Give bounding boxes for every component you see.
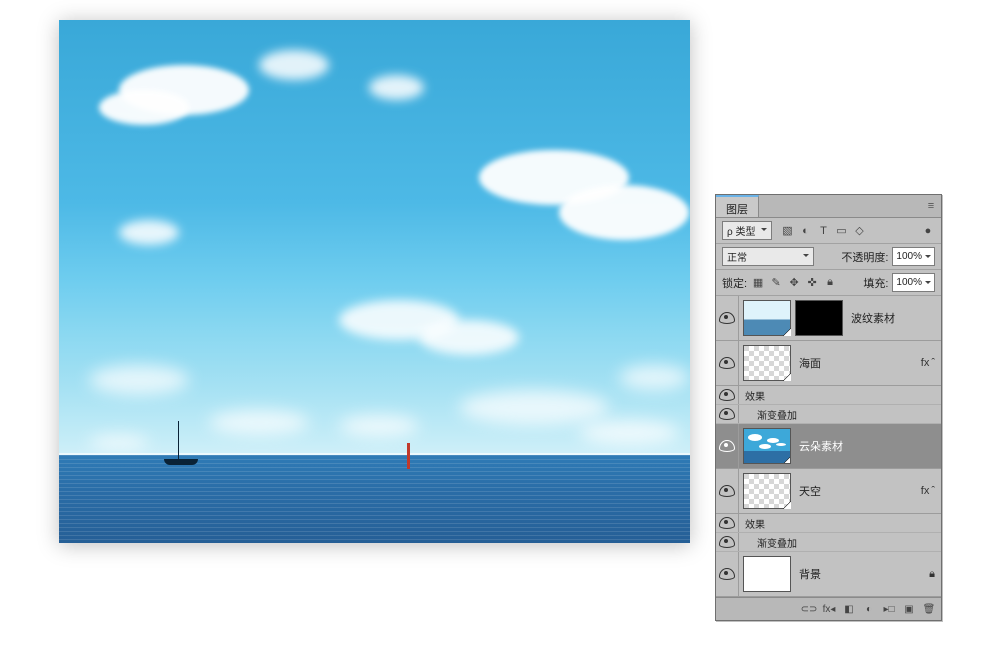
cloud	[259, 50, 329, 80]
layer-list: 波纹素材 海面 fxˆ 效果 渐变叠加	[716, 296, 941, 597]
layer-name[interactable]: 海面	[795, 355, 921, 371]
visibility-toggle[interactable]	[716, 514, 739, 532]
cloud	[619, 365, 689, 390]
filter-type-icon[interactable]: T	[816, 224, 830, 238]
fx-header: 效果	[739, 516, 765, 531]
chevron-up-icon[interactable]: ˆ	[931, 357, 935, 369]
opacity-input[interactable]: 100%	[892, 247, 935, 266]
layer-filter-select[interactable]: ρ 类型	[722, 221, 772, 240]
layer-row[interactable]: 海面 fxˆ	[716, 341, 941, 386]
cloud	[89, 365, 189, 395]
lock-label: 锁定:	[722, 275, 747, 291]
new-layer-icon[interactable]: ▣	[903, 603, 915, 615]
sea-graphic	[59, 455, 690, 543]
layer-thumbnail[interactable]	[743, 473, 791, 509]
panel-footer: ⊂⊃ fx◂ ◧ ◐ ▸□ ▣ 🗑︎	[716, 597, 941, 620]
fx-item-row[interactable]: 渐变叠加	[716, 405, 941, 424]
layer-name[interactable]: 天空	[795, 483, 921, 499]
lock-all-icon[interactable]: 🔒︎	[823, 276, 837, 290]
lock-pixels-icon[interactable]: ✎	[769, 276, 783, 290]
visibility-toggle[interactable]	[716, 296, 739, 340]
layer-group-icon[interactable]: ▸□	[883, 603, 895, 615]
visibility-toggle[interactable]	[716, 469, 739, 513]
link-layers-icon[interactable]: ⊂⊃	[803, 603, 815, 615]
visibility-toggle[interactable]	[716, 386, 739, 404]
layer-thumbnail[interactable]	[743, 556, 791, 592]
eye-icon	[719, 312, 735, 324]
filter-pixel-icon[interactable]: ▧	[780, 224, 794, 238]
cloud	[559, 185, 689, 240]
visibility-toggle[interactable]	[716, 424, 739, 468]
panel-menu-icon[interactable]: ≡	[921, 195, 941, 217]
fx-header: 效果	[739, 388, 765, 403]
layer-thumbnail[interactable]	[743, 428, 791, 464]
document-canvas[interactable]	[59, 20, 690, 543]
adjustment-layer-icon[interactable]: ◐	[863, 603, 875, 615]
cloud	[459, 390, 609, 425]
fx-item-row[interactable]: 渐变叠加	[716, 533, 941, 552]
lock-fill-row: 锁定: ▦ ✎ ✥ ✜ 🔒︎ 填充: 100%	[716, 270, 941, 296]
delete-layer-icon[interactable]: 🗑︎	[923, 603, 935, 615]
eye-icon	[719, 357, 735, 369]
cloud	[339, 415, 419, 437]
panel-tab-bar: 图层 ≡	[716, 195, 941, 218]
layer-thumbnail[interactable]	[743, 345, 791, 381]
layer-mask-thumbnail[interactable]	[795, 300, 843, 336]
layer-name[interactable]: 云朵素材	[795, 438, 935, 454]
lock-position-icon[interactable]: ✥	[787, 276, 801, 290]
eye-icon	[719, 536, 735, 548]
fx-badge: fx	[921, 485, 930, 497]
layer-thumbnail[interactable]	[743, 300, 791, 336]
layer-row[interactable]: 背景 🔒︎	[716, 552, 941, 597]
fx-effects-row[interactable]: 效果	[716, 514, 941, 533]
visibility-toggle[interactable]	[716, 552, 739, 596]
cloud	[119, 220, 179, 245]
visibility-toggle[interactable]	[716, 405, 739, 423]
layer-row[interactable]: 天空 fxˆ	[716, 469, 941, 514]
cloud	[579, 420, 679, 445]
layer-style-icon[interactable]: fx◂	[823, 603, 835, 615]
tab-layers[interactable]: 图层	[716, 195, 759, 217]
filter-shape-icon[interactable]: ▭	[834, 224, 848, 238]
opacity-label: 不透明度:	[841, 249, 888, 265]
visibility-toggle[interactable]	[716, 533, 739, 551]
fx-effects-row[interactable]: 效果	[716, 386, 941, 405]
lock-icon: 🔒︎	[929, 568, 935, 581]
eye-icon	[719, 517, 735, 529]
fx-gradient-overlay: 渐变叠加	[739, 535, 797, 550]
filter-toggle-icon[interactable]: ●	[921, 224, 935, 238]
boat-graphic	[164, 435, 204, 465]
cloud	[369, 75, 424, 100]
layer-row[interactable]: 波纹素材	[716, 296, 941, 341]
layer-name[interactable]: 背景	[795, 566, 929, 582]
eye-icon	[719, 568, 735, 580]
visibility-toggle[interactable]	[716, 341, 739, 385]
layer-mask-icon[interactable]: ◧	[843, 603, 855, 615]
cloud	[89, 435, 149, 450]
cloud	[419, 320, 519, 355]
eye-icon	[719, 389, 735, 401]
layers-panel: 图层 ≡ ρ 类型 ▧ ◐ T ▭ ◇ ● 正常 不透明度: 100% 锁定: …	[715, 194, 942, 621]
fill-label: 填充:	[863, 275, 888, 291]
layer-name[interactable]: 波纹素材	[847, 310, 935, 326]
channel-marker	[407, 443, 410, 469]
eye-icon	[719, 485, 735, 497]
cloud	[99, 90, 189, 125]
lock-transparent-icon[interactable]: ▦	[751, 276, 765, 290]
layer-row[interactable]: 云朵素材	[716, 424, 941, 469]
cloud	[209, 410, 309, 435]
eye-icon	[719, 440, 735, 452]
lock-artboard-icon[interactable]: ✜	[805, 276, 819, 290]
chevron-up-icon[interactable]: ˆ	[931, 485, 935, 497]
blend-mode-select[interactable]: 正常	[722, 247, 814, 266]
fx-badge: fx	[921, 357, 930, 369]
fill-input[interactable]: 100%	[892, 273, 935, 292]
filter-smart-icon[interactable]: ◇	[852, 224, 866, 238]
layer-filter-row: ρ 类型 ▧ ◐ T ▭ ◇ ●	[716, 218, 941, 244]
fx-gradient-overlay: 渐变叠加	[739, 407, 797, 422]
eye-icon	[719, 408, 735, 420]
filter-adjust-icon[interactable]: ◐	[798, 224, 812, 238]
blend-opacity-row: 正常 不透明度: 100%	[716, 244, 941, 270]
